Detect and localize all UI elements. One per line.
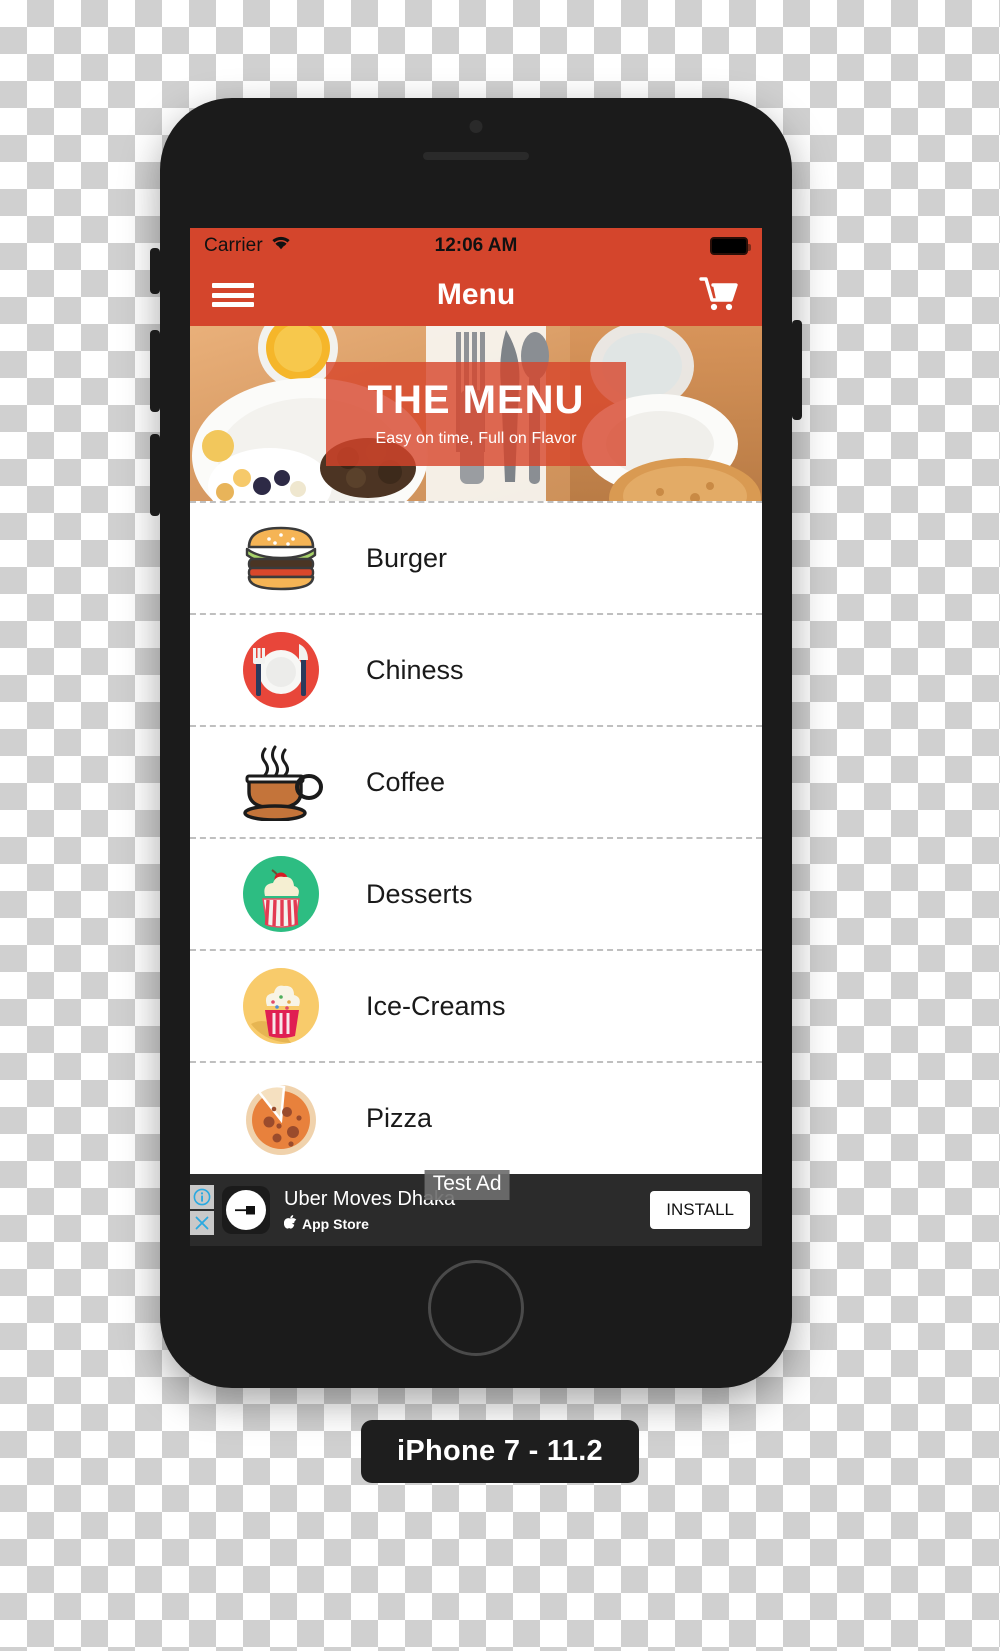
volume-up-button[interactable] [150,330,160,412]
ad-banner[interactable]: Uber Moves Dhaka App Store Test Ad INSTA… [190,1169,762,1246]
status-bar-left: Carrier [204,235,292,257]
ad-controls [190,1174,214,1246]
page-title: Menu [436,278,516,311]
test-ad-badge: Test Ad [424,1169,510,1200]
ad-store-row: App Store [283,1214,650,1233]
close-icon[interactable] [190,1211,214,1235]
menu-item-burger[interactable]: Burger [190,501,762,613]
menu-item-label: Burger [366,542,448,573]
menu-item-chiness[interactable]: Chiness [190,613,762,725]
menu-item-ice-creams[interactable]: Ice-Creams [190,949,762,1061]
volume-down-button[interactable] [150,434,160,516]
uber-logo-icon [222,1186,270,1234]
silent-switch[interactable] [150,248,160,294]
wifi-icon [270,235,292,257]
shopping-cart-icon[interactable] [694,274,740,316]
ad-store-label: App Store [302,1215,369,1232]
menu-item-pizza[interactable]: Pizza [190,1061,762,1173]
carrier-label: Carrier [204,235,263,256]
navigation-bar: Menu [190,264,762,326]
menu-item-coffee[interactable]: Coffee [190,725,762,837]
menu-item-label: Pizza [366,1102,433,1133]
menu-item-label: Chiness [366,654,464,685]
info-icon[interactable] [190,1185,214,1209]
hero-text-overlay: THE MENU Easy on time, Full on Flavor [326,361,626,466]
menu-item-label: Coffee [366,766,446,797]
home-button[interactable] [428,1260,524,1356]
pizza-icon [238,1075,324,1161]
cupcake-yellow-icon [238,963,324,1049]
apple-logo-icon [283,1214,297,1233]
cupcake-green-icon [238,851,324,937]
battery-icon [710,237,751,255]
power-button[interactable] [792,320,802,420]
burger-icon [238,515,324,601]
menu-item-label: Ice-Creams [366,990,506,1021]
hero-banner: THE MENU Easy on time, Full on Flavor [190,326,762,501]
hero-subtitle: Easy on time, Full on Flavor [375,429,577,447]
earpiece-speaker [423,152,529,160]
front-camera [469,120,483,133]
menu-category-list: Burger Chiness Coffee Desserts Ice-Cream… [190,501,762,1173]
menu-item-label: Desserts [366,878,473,909]
device-label: iPhone 7 - 11.2 [361,1420,639,1483]
chinese-plate-icon [238,627,324,713]
status-bar: Carrier 12:06 AM [190,228,762,264]
menu-item-desserts[interactable]: Desserts [190,837,762,949]
ad-text-block: Uber Moves Dhaka App Store Test Ad [283,1169,650,1233]
hamburger-menu-icon[interactable] [212,280,254,310]
coffee-cup-icon [238,739,324,825]
phone-screen: Carrier 12:06 AM Menu THE MENU Easy on t… [190,228,762,1246]
phone-frame: Carrier 12:06 AM Menu THE MENU Easy on t… [150,98,802,1388]
install-button[interactable]: INSTALL [650,1191,750,1229]
status-bar-right [710,237,751,255]
hero-title: THE MENU [367,377,585,422]
